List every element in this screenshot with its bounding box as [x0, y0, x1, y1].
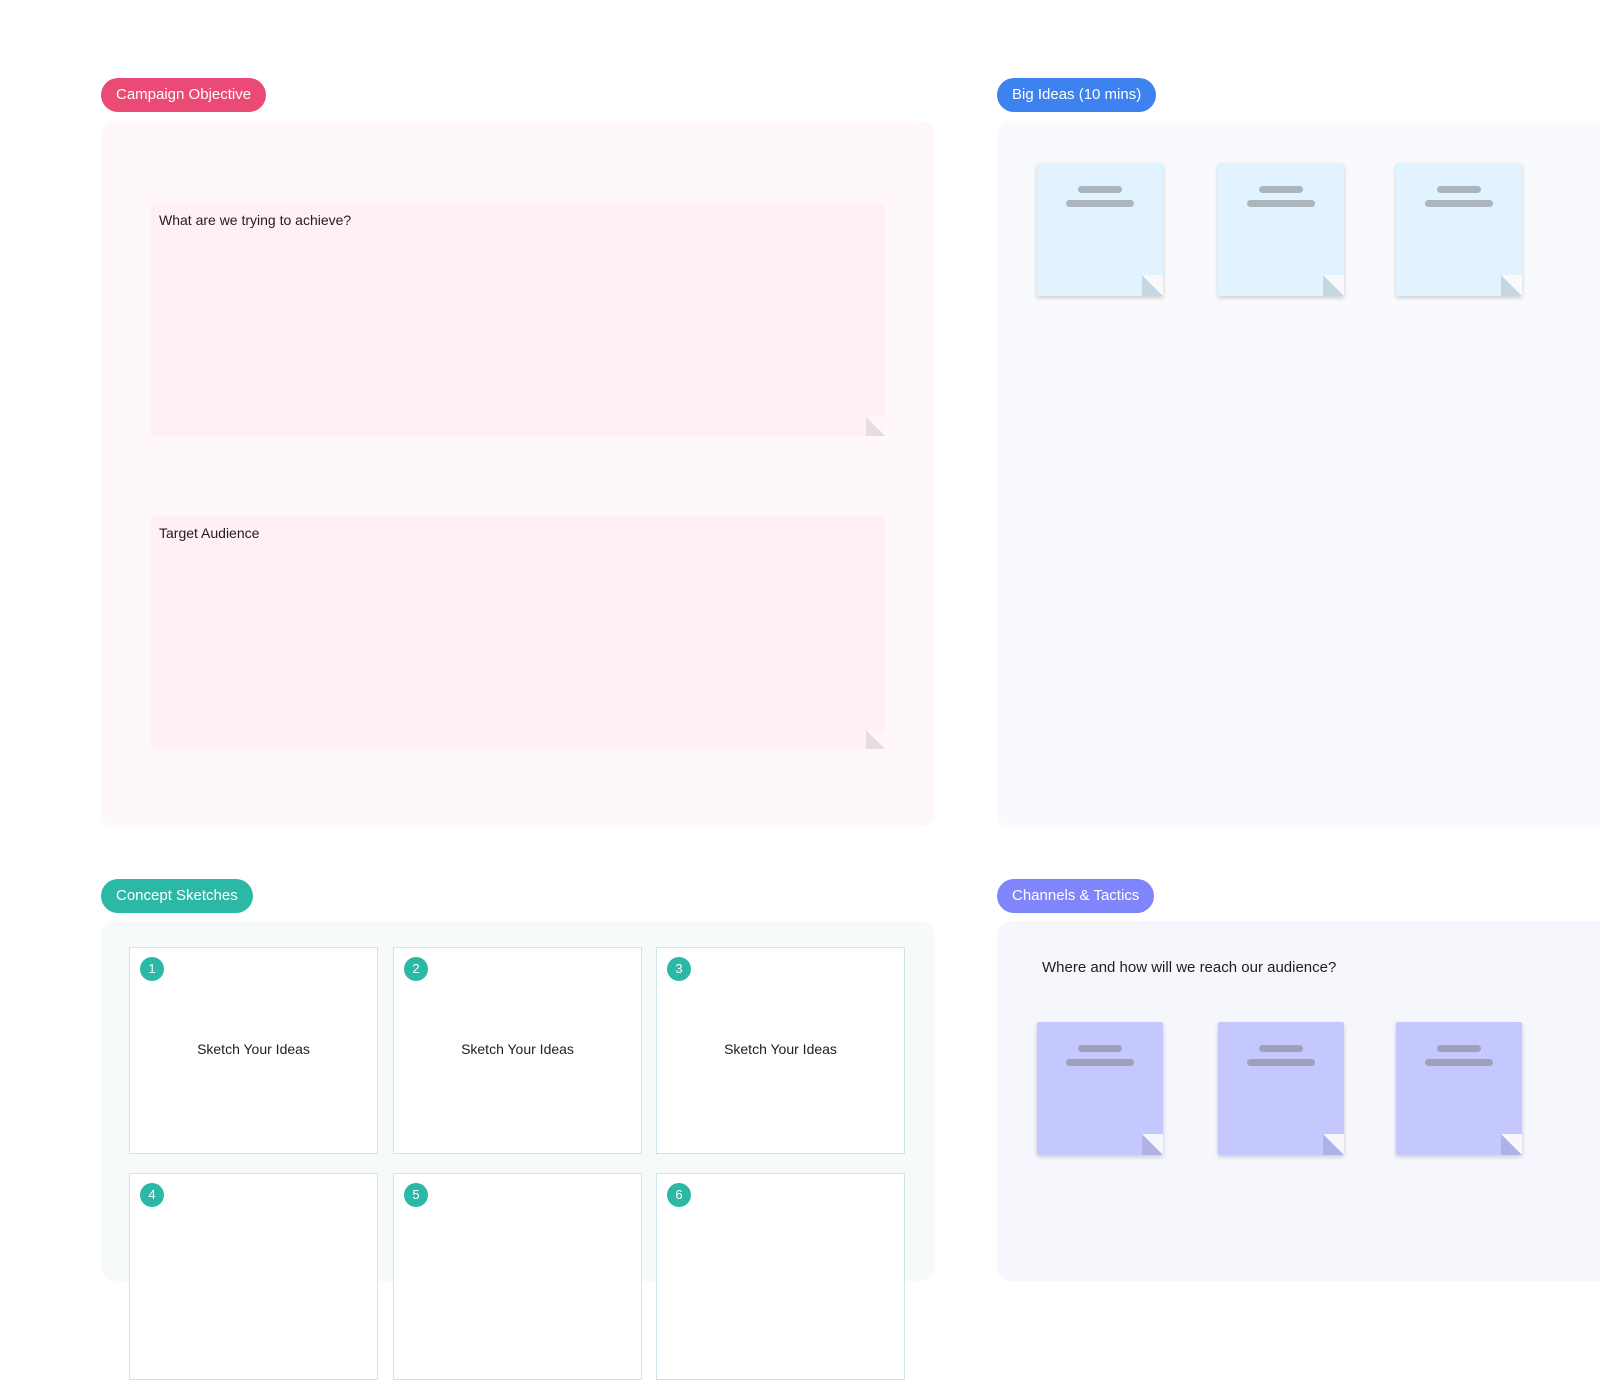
objective-note-text: What are we trying to achieve?: [159, 212, 352, 228]
target-audience-note[interactable]: Target Audience: [151, 516, 885, 749]
sticky-note-purple[interactable]: [1396, 1022, 1522, 1155]
objective-note[interactable]: What are we trying to achieve?: [151, 203, 885, 436]
sticky-note-blue[interactable]: [1037, 163, 1163, 296]
note-fold: [866, 730, 885, 749]
card-number-badge: 1: [140, 957, 164, 981]
sketch-card-6[interactable]: 6: [656, 1173, 905, 1380]
sketch-card-text: Sketch Your Ideas: [724, 1041, 837, 1057]
sketch-card-text: Sketch Your Ideas: [461, 1041, 574, 1057]
big-ideas-label: Big Ideas (10 mins): [997, 78, 1157, 112]
sticky-note-blue[interactable]: [1396, 163, 1522, 296]
card-number-badge: 2: [404, 957, 428, 981]
concept-sketches-label: Concept Sketches: [101, 879, 253, 913]
sketch-card-4[interactable]: 4: [129, 1173, 378, 1380]
card-number-badge: 5: [404, 1183, 428, 1207]
target-audience-note-text: Target Audience: [159, 525, 260, 541]
campaign-objective-label: Campaign Objective: [101, 78, 267, 112]
sketch-card-1[interactable]: 1 Sketch Your Ideas: [129, 947, 378, 1154]
sketch-card-2[interactable]: 2 Sketch Your Ideas: [393, 947, 642, 1154]
sticky-note-purple[interactable]: [1218, 1022, 1344, 1155]
card-number-badge: 3: [667, 957, 691, 981]
channels-question: Where and how will we reach our audience…: [1042, 959, 1337, 976]
sketch-card-text: Sketch Your Ideas: [197, 1041, 310, 1057]
card-number-badge: 4: [140, 1183, 164, 1207]
card-number-badge: 6: [667, 1183, 691, 1207]
sketch-card-3[interactable]: 3 Sketch Your Ideas: [656, 947, 905, 1154]
sketch-card-5[interactable]: 5: [393, 1173, 642, 1380]
note-fold: [866, 417, 885, 436]
channels-tactics-label: Channels & Tactics: [997, 879, 1155, 913]
sticky-note-blue[interactable]: [1218, 163, 1344, 296]
sticky-note-purple[interactable]: [1037, 1022, 1163, 1155]
